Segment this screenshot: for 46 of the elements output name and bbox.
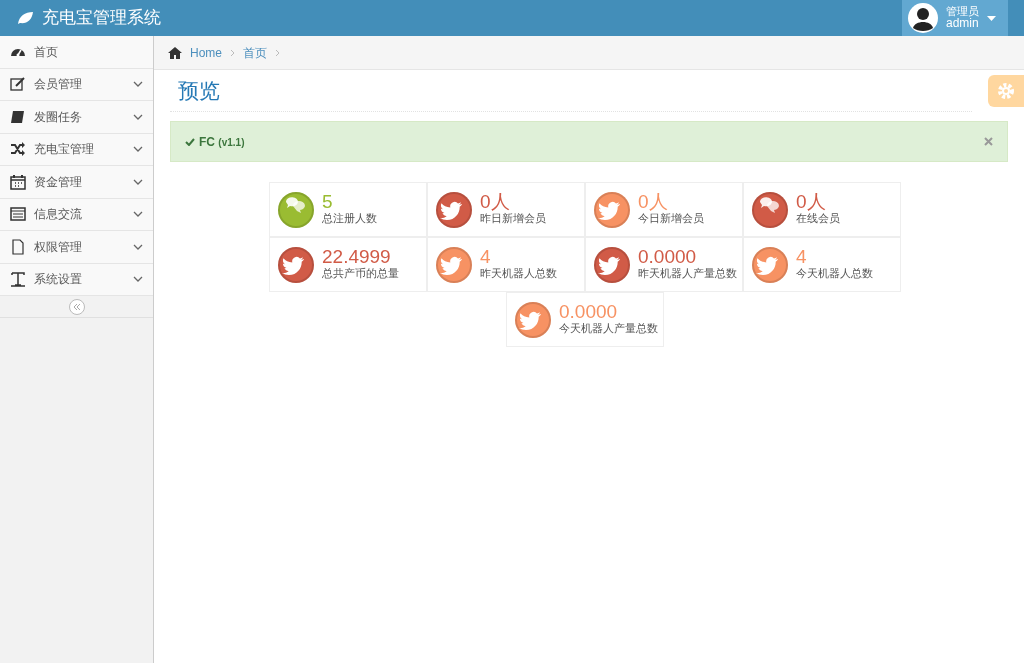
chevron-right-icon: [230, 48, 235, 57]
home-icon: [168, 46, 182, 59]
stat-label: 今天机器人产量总数: [559, 321, 658, 337]
check-icon: [185, 137, 195, 146]
stat-label: 在线会员: [796, 211, 840, 227]
file-icon: [10, 238, 26, 255]
stat-value: 0人: [480, 192, 511, 212]
stat-label: 总共产币的总量: [322, 266, 399, 282]
settings-icon: [997, 82, 1015, 101]
stat-value: 0.0000: [559, 302, 619, 322]
stat-value: 0人: [796, 192, 827, 212]
sidebar-item[interactable]: 首页: [0, 36, 153, 69]
stat-value: 5: [322, 192, 334, 212]
list-icon: [10, 206, 26, 223]
stat-value: 0人: [638, 192, 669, 212]
sidebar-item[interactable]: 会员管理: [0, 68, 153, 101]
stat-label: 昨天机器人总数: [480, 266, 557, 282]
avatar-icon: [908, 3, 938, 33]
stat-label: 今天机器人总数: [796, 266, 873, 282]
leaf-icon: [16, 11, 34, 25]
close-icon[interactable]: [984, 137, 993, 147]
collapse-icon[interactable]: [68, 298, 85, 315]
calendar-icon: [10, 173, 26, 190]
chevron-right-icon: [275, 48, 280, 57]
stat-label: 昨天机器人产量总数: [638, 266, 737, 282]
sidebar-item[interactable]: 资金管理: [0, 166, 153, 199]
stat-value: 22.4999: [322, 247, 392, 267]
settings-button[interactable]: [988, 75, 1024, 108]
stat-value: 0.0000: [638, 247, 698, 267]
stat-value: 4: [480, 247, 492, 267]
stat-label: 总注册人数: [322, 211, 377, 227]
stat-value: 4: [796, 247, 808, 267]
sidebar-item[interactable]: 充电宝管理: [0, 133, 153, 166]
alert-text: FC (v1.1): [199, 133, 245, 151]
text-icon: [10, 271, 26, 288]
stat-label: 今日新增会员: [638, 211, 704, 227]
sidebar-item[interactable]: 信息交流: [0, 198, 153, 231]
page-title: 预览: [178, 78, 221, 104]
edit-icon: [10, 76, 26, 93]
caret-icon: [987, 15, 996, 21]
shuffle-icon: [10, 141, 26, 158]
stat-label: 昨日新增会员: [480, 211, 546, 227]
sidebar-item[interactable]: 权限管理: [0, 231, 153, 264]
app-title: 充电宝管理系统: [42, 7, 161, 30]
sidebar-item[interactable]: 发圈任务: [0, 101, 153, 134]
sidebar-item[interactable]: 系统设置: [0, 263, 153, 296]
